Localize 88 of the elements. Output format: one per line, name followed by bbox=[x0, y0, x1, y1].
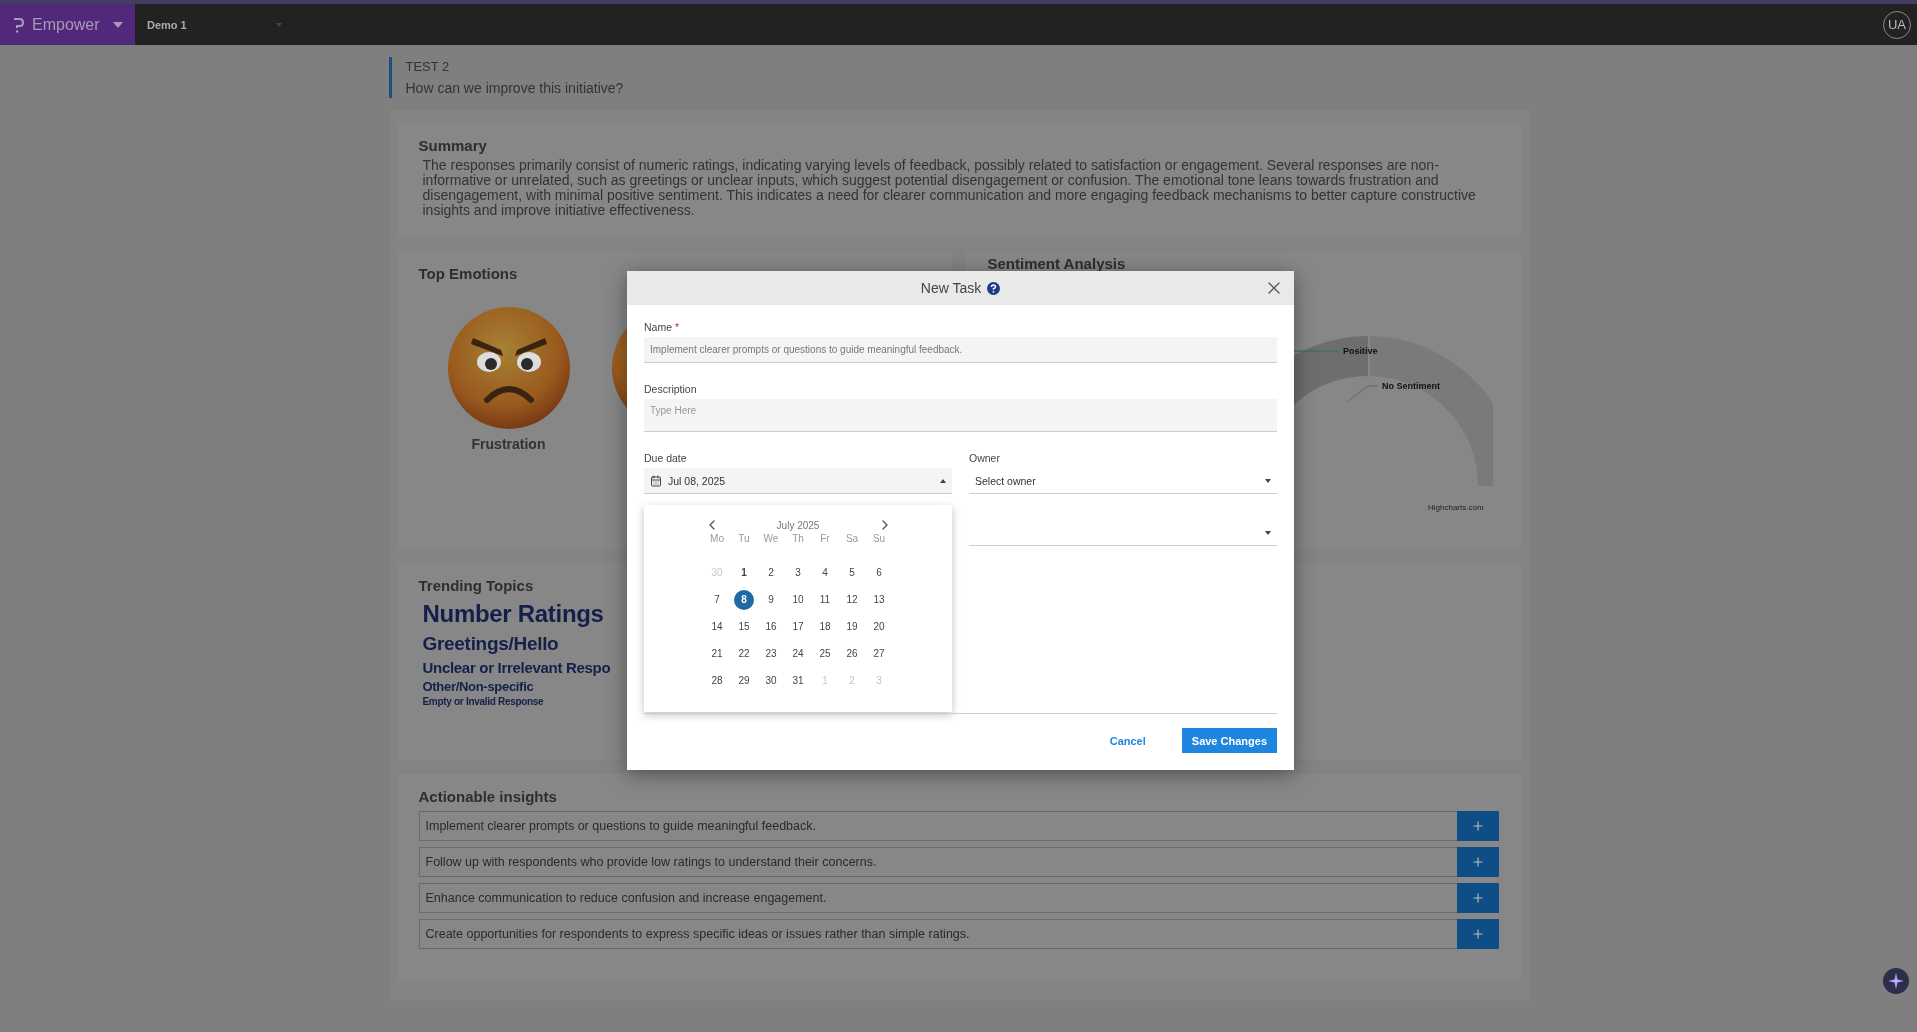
calendar-day[interactable]: 27 bbox=[869, 643, 889, 664]
calendar-day[interactable]: 23 bbox=[761, 643, 781, 664]
assistant-button[interactable] bbox=[1883, 968, 1909, 994]
caret-icon bbox=[1265, 530, 1271, 535]
chart-label: Positive bbox=[1342, 346, 1377, 356]
leader-line bbox=[1347, 385, 1378, 402]
calendar-day[interactable]: 12 bbox=[842, 589, 862, 610]
calendar-day[interactable]: 24 bbox=[788, 643, 808, 664]
insight-item: Follow up with respondents who provide low ratings to understand their concerns. bbox=[418, 847, 1457, 877]
field-label: Description bbox=[644, 383, 698, 395]
weekday-label: Su bbox=[871, 533, 887, 546]
calendar-day[interactable]: 21 bbox=[707, 643, 727, 664]
calendar-day[interactable]: 8 bbox=[734, 589, 754, 610]
question-text: How can we improve this initiative? bbox=[405, 80, 625, 96]
plus-icon bbox=[1470, 819, 1485, 833]
emotion-label: Frustration bbox=[471, 436, 546, 452]
plus-icon bbox=[1470, 927, 1485, 941]
calendar-day[interactable]: 18 bbox=[815, 616, 835, 637]
caret-icon bbox=[113, 21, 123, 28]
calendar-day[interactable]: 22 bbox=[734, 643, 754, 664]
weekday-label: Tu bbox=[737, 533, 751, 546]
calendar-day[interactable]: 31 bbox=[788, 670, 808, 691]
calendar-day[interactable]: 16 bbox=[761, 616, 781, 637]
calendar-day[interactable]: 6 bbox=[869, 562, 889, 583]
card-title: Summary bbox=[418, 137, 487, 154]
card-title: Trending Topics bbox=[418, 577, 534, 594]
card-title: Top Emotions bbox=[418, 265, 518, 282]
topic-label: Other/Non-specific bbox=[422, 678, 534, 694]
topic-label: Empty or Invalid Response bbox=[422, 696, 544, 708]
calendar-day[interactable]: 19 bbox=[842, 616, 862, 637]
field-label: Owner bbox=[969, 452, 1001, 464]
field-label: Name * bbox=[644, 321, 681, 333]
calendar-day[interactable]: 10 bbox=[788, 589, 808, 610]
calendar-day[interactable]: 13 bbox=[869, 589, 889, 610]
calendar-day[interactable]: 3 bbox=[788, 562, 808, 583]
calendar-day[interactable]: 1 bbox=[734, 562, 754, 583]
owner-select[interactable]: Select owner bbox=[969, 468, 1277, 494]
weekday-label: Th bbox=[791, 533, 805, 546]
field-label: Due date bbox=[644, 452, 688, 464]
save-changes-button[interactable]: Save Changes bbox=[1181, 728, 1277, 753]
chart-label: No Sentiment bbox=[1381, 381, 1440, 391]
month-label: July 2025 bbox=[776, 519, 820, 531]
calendar-day[interactable]: 7 bbox=[707, 589, 727, 610]
topic-label: Greetings/Hello bbox=[422, 632, 559, 655]
calendar-day[interactable]: 17 bbox=[788, 616, 808, 637]
caret-icon bbox=[940, 478, 946, 483]
app-switcher[interactable]: Empower bbox=[0, 4, 135, 45]
calendar-day[interactable]: 25 bbox=[815, 643, 835, 664]
card-title: Sentiment Analysis bbox=[987, 255, 1126, 272]
caret-icon bbox=[1265, 478, 1271, 483]
calendar-day[interactable]: 26 bbox=[842, 643, 862, 664]
calendar-day[interactable]: 29 bbox=[734, 670, 754, 691]
weekday-label: Mo bbox=[709, 533, 725, 546]
angry-face-icon bbox=[446, 306, 571, 430]
help-icon[interactable] bbox=[987, 281, 1001, 295]
calendar-day[interactable]: 28 bbox=[707, 670, 727, 691]
name-field[interactable]: Implement clearer prompts or questions to guide meaningful feedback. bbox=[644, 337, 1277, 363]
calendar-day[interactable]: 15 bbox=[734, 616, 754, 637]
weekday-label: Fr bbox=[819, 533, 831, 546]
dialog-title: New Task bbox=[920, 280, 982, 296]
calendar-day[interactable]: 5 bbox=[842, 562, 862, 583]
summary-text: The responses primarily consist of numeric ratings, indicating varying levels of feedback, possibly related to satisfaction or engagement. Several responses are non-informative or unrelated, such as greetings or unclear inputs, which suggest potential disengagement or confusion. The emotional tone leans towards frustration and disengagement, with minimal positive sentiment. This indicates a need for clearer communication and more engaging feedback mechanisms to better capture constructive insights and improve initiative effectiveness. bbox=[421, 158, 1477, 218]
calendar-day[interactable]: 9 bbox=[761, 589, 781, 610]
topic-label: Number Ratings bbox=[422, 600, 604, 628]
calendar-day[interactable]: 14 bbox=[707, 616, 727, 637]
topic-label: Unclear or Irrelevant Respo bbox=[422, 658, 611, 676]
survey-title: TEST 2 bbox=[405, 59, 451, 74]
insight-item: Implement clearer prompts or questions to guide meaningful feedback. bbox=[418, 811, 1457, 841]
due-date-field[interactable]: Jul 08, 2025 bbox=[644, 468, 952, 494]
calendar-icon bbox=[650, 474, 662, 487]
plus-icon bbox=[1470, 855, 1485, 869]
logo-icon bbox=[12, 16, 24, 33]
caret-icon bbox=[276, 22, 282, 27]
sparkle-icon bbox=[1888, 973, 1904, 989]
weekday-label: Sa bbox=[844, 533, 860, 546]
insight-item: Enhance communication to reduce confusion and increase engagement. bbox=[418, 883, 1457, 913]
calendar-day[interactable]: 4 bbox=[815, 562, 835, 583]
calendar-day[interactable]: 20 bbox=[869, 616, 889, 637]
cancel-button[interactable]: Cancel bbox=[1103, 733, 1152, 748]
project-dropdown[interactable]: Demo 1 bbox=[135, 4, 292, 45]
plus-icon bbox=[1470, 891, 1485, 905]
card-title: Actionable insights bbox=[418, 788, 557, 805]
chart-credit[interactable]: Highcharts.com bbox=[1427, 503, 1484, 512]
calendar-day[interactable]: 11 bbox=[815, 589, 835, 610]
calendar-day[interactable]: 2 bbox=[761, 562, 781, 583]
calendar-day[interactable]: 30 bbox=[761, 670, 781, 691]
weekday-label: We bbox=[762, 533, 780, 546]
insight-item: Create opportunities for respondents to express specific ideas or issues rather than simple ratings. bbox=[418, 919, 1457, 949]
